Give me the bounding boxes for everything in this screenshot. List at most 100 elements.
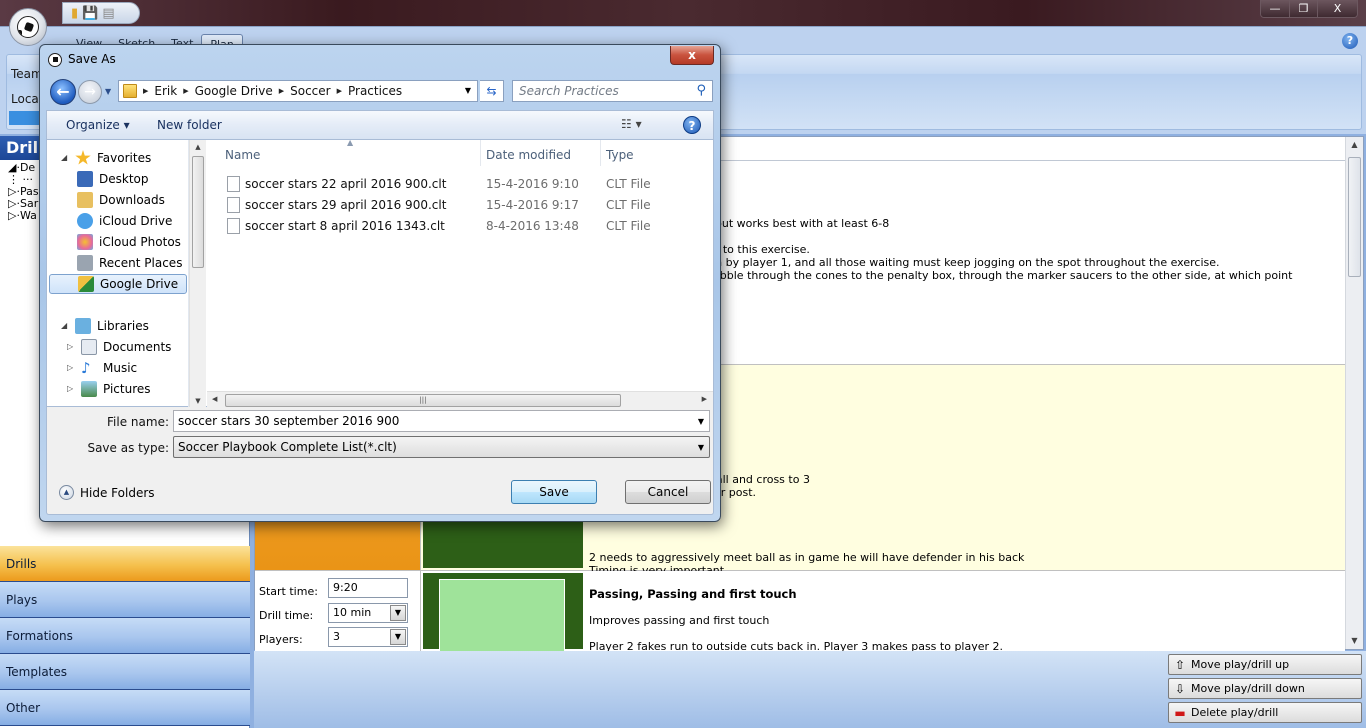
move-down-button[interactable]: ⇩ Move play/drill down — [1168, 678, 1362, 699]
new-folder-button[interactable]: New folder — [157, 118, 222, 132]
breadcrumb-separator[interactable]: ▶ — [337, 87, 342, 95]
scroll-thumb[interactable]: ||| — [225, 394, 621, 407]
breadcrumb-soccer[interactable]: Soccer — [290, 84, 330, 98]
nav-plays[interactable]: Plays — [0, 582, 250, 618]
chevron-down-icon[interactable]: ▼ — [698, 417, 704, 426]
navigation-pane: ◢ Favorites Desktop Downloads iCloud Dri… — [47, 140, 189, 408]
column-divider[interactable] — [600, 140, 601, 166]
chevron-down-icon[interactable]: ▼ — [390, 629, 406, 645]
collapse-icon[interactable]: ◢ — [61, 148, 69, 168]
chevron-down-icon[interactable]: ▼ — [698, 443, 704, 452]
drill-title: Passing, Passing and first touch — [589, 587, 797, 601]
expand-icon[interactable]: ▷ — [67, 337, 75, 357]
nav-libraries[interactable]: ◢ Libraries — [61, 316, 149, 336]
scroll-down-icon[interactable]: ▼ — [190, 397, 206, 405]
column-name[interactable]: Name — [225, 148, 260, 162]
column-date-modified[interactable]: Date modified — [486, 148, 571, 162]
start-time-input[interactable]: 9:20 — [328, 578, 408, 598]
dialog-close-button[interactable]: x — [670, 46, 714, 65]
search-icon[interactable]: ⚲ — [696, 83, 706, 98]
close-button[interactable]: X — [1317, 0, 1357, 17]
hide-folders-button[interactable]: ▲ Hide Folders — [59, 485, 155, 500]
breadcrumb-separator[interactable]: ▶ — [183, 87, 188, 95]
breadcrumb-google-drive[interactable]: Google Drive — [195, 84, 273, 98]
help-icon[interactable]: ? — [1342, 33, 1358, 49]
column-type[interactable]: Type — [606, 148, 634, 162]
minimize-button[interactable]: — — [1261, 0, 1289, 17]
breadcrumb-practices[interactable]: Practices — [348, 84, 402, 98]
save-type-select[interactable]: Soccer Playbook Complete List(*.clt) ▼ — [173, 436, 710, 458]
delete-button[interactable]: ▬ Delete play/drill — [1168, 702, 1362, 723]
forward-button[interactable]: → — [78, 80, 102, 104]
collapse-icon[interactable]: ◢ — [61, 316, 69, 336]
address-bar[interactable]: ▶ Erik ▶ Google Drive ▶ Soccer ▶ Practic… — [118, 80, 478, 102]
nav-label: Music — [103, 361, 138, 375]
file-row[interactable]: soccer stars 22 april 2016 900.clt 15-4-… — [227, 174, 713, 194]
nav-icloud-photos[interactable]: iCloud Photos — [77, 232, 181, 252]
nav-formations[interactable]: Formations — [0, 618, 250, 654]
dialog-footer: File name: soccer stars 30 september 201… — [46, 407, 714, 515]
expand-icon[interactable]: ▷ — [67, 358, 75, 378]
breadcrumb-erik[interactable]: Erik — [154, 84, 177, 98]
nav-pictures[interactable]: ▷ Pictures — [67, 379, 151, 399]
navpane-scrollbar[interactable]: ▲ ▼ — [189, 140, 206, 408]
delete-icon: ▬ — [1174, 705, 1186, 720]
soccer-ball-icon — [48, 53, 62, 67]
file-type: CLT File — [606, 198, 651, 212]
nav-google-drive[interactable]: Google Drive — [49, 274, 187, 294]
nav-downloads[interactable]: Downloads — [77, 190, 165, 210]
file-icon — [227, 176, 240, 192]
column-divider[interactable] — [480, 140, 481, 166]
scroll-left-icon[interactable]: ◀ — [212, 395, 217, 403]
change-view-button[interactable]: ☷ ▾ — [621, 117, 642, 131]
cancel-button[interactable]: Cancel — [625, 480, 711, 504]
move-up-button[interactable]: ⇧ Move play/drill up — [1168, 654, 1362, 675]
scroll-up-icon[interactable]: ▲ — [1346, 137, 1363, 153]
restore-button[interactable]: ❐ — [1289, 0, 1317, 17]
print-preview-icon[interactable]: ▤ — [102, 7, 114, 20]
file-name-input[interactable]: soccer stars 30 september 2016 900 ▼ — [173, 410, 710, 432]
refresh-button[interactable]: ⇆ — [480, 80, 504, 102]
file-row[interactable]: soccer stars 29 april 2016 900.clt 15-4-… — [227, 195, 713, 215]
file-name-value: soccer stars 30 september 2016 900 — [178, 414, 400, 428]
scroll-up-icon[interactable]: ▲ — [190, 143, 206, 151]
file-list-hscrollbar[interactable]: ◀ ||| ▶ — [207, 391, 713, 408]
scroll-down-icon[interactable]: ▼ — [1346, 633, 1363, 649]
nav-icloud-drive[interactable]: iCloud Drive — [77, 211, 172, 231]
plan-scrollbar[interactable]: ▲ ▼ — [1345, 137, 1363, 649]
organize-button[interactable]: Organize ▾ — [66, 118, 130, 132]
file-row[interactable]: soccer start 8 april 2016 1343.clt 8-4-2… — [227, 216, 713, 236]
file-icon — [227, 218, 240, 234]
drill-time-select[interactable]: 10 min ▼ — [328, 603, 408, 623]
chevron-down-icon[interactable]: ▼ — [465, 86, 471, 95]
scroll-thumb[interactable] — [192, 156, 204, 268]
breadcrumb-separator[interactable]: ▶ — [143, 87, 148, 95]
recent-locations-icon[interactable]: ▼ — [105, 87, 111, 96]
nav-drills[interactable]: Drills — [0, 546, 250, 582]
chevron-down-icon[interactable]: ▼ — [390, 605, 406, 621]
nav-templates[interactable]: Templates — [0, 654, 250, 690]
drill-diagram[interactable] — [423, 573, 583, 679]
search-placeholder: Search Practices — [519, 84, 619, 98]
nav-other[interactable]: Other — [0, 690, 250, 726]
breadcrumb-separator[interactable]: ▶ — [279, 87, 284, 95]
nav-documents[interactable]: ▷ Documents — [67, 337, 171, 357]
scroll-thumb[interactable] — [1348, 157, 1361, 277]
save-icon[interactable]: 💾 — [82, 7, 98, 20]
expand-icon[interactable]: ▷ — [67, 379, 75, 399]
nav-recent-places[interactable]: Recent Places — [77, 253, 182, 273]
nav-desktop[interactable]: Desktop — [77, 169, 149, 189]
drill-time-label: Drill time: — [259, 609, 314, 622]
nav-label: Favorites — [97, 151, 152, 165]
search-input[interactable]: Search Practices ⚲ — [512, 80, 713, 102]
drill-row[interactable]: Start time: 9:20 Drill time: 10 min ▼ Pl… — [255, 571, 1345, 679]
help-icon[interactable]: ? — [683, 116, 701, 134]
app-menu-button[interactable] — [9, 8, 47, 46]
save-button[interactable]: Save — [511, 480, 597, 504]
back-button[interactable]: ← — [50, 79, 76, 105]
nav-favorites[interactable]: ◢ Favorites — [61, 148, 151, 168]
players-select[interactable]: 3 ▼ — [328, 627, 408, 647]
nav-music[interactable]: ▷ ♪ Music — [67, 358, 137, 378]
scroll-right-icon[interactable]: ▶ — [702, 395, 707, 403]
open-icon[interactable]: ▮ — [71, 7, 78, 20]
